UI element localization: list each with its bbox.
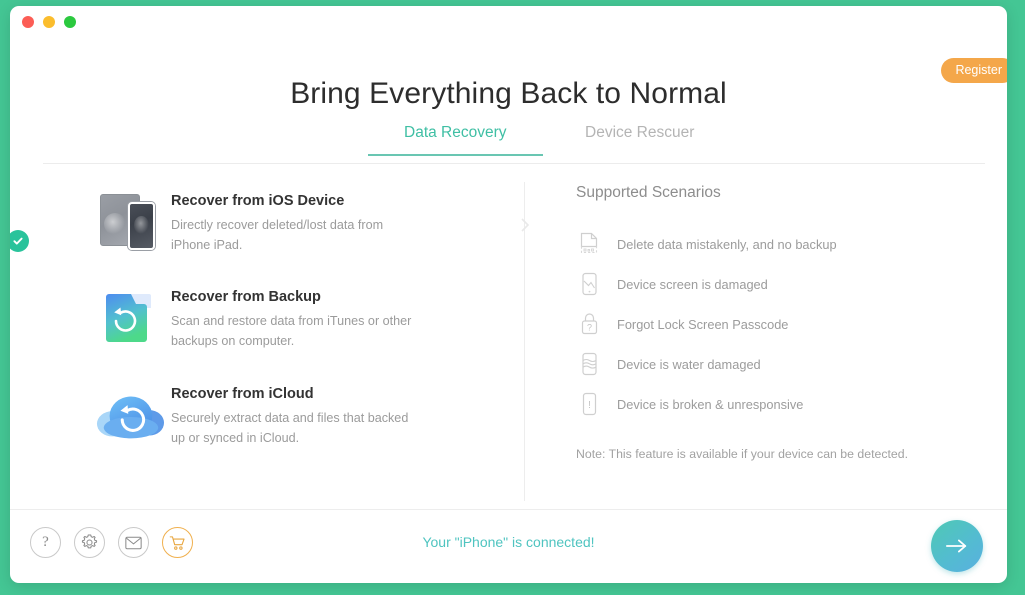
- svg-text:?: ?: [586, 323, 591, 333]
- option-recover-from-ios-device[interactable]: Recover from iOS Device Directly recover…: [10, 192, 495, 256]
- minimize-button[interactable]: [43, 16, 55, 28]
- ios-device-icon: [95, 192, 165, 254]
- connection-status: Your "iPhone" is connected!: [422, 534, 595, 550]
- next-button[interactable]: [931, 520, 983, 572]
- deleted-file-icon: [576, 231, 602, 257]
- icloud-icon: [95, 385, 165, 447]
- scenario-label: Device is water damaged: [617, 356, 761, 372]
- app-window: Register Bring Everything Back to Normal…: [10, 6, 1007, 583]
- page-title: Bring Everything Back to Normal: [290, 77, 727, 110]
- close-button[interactable]: [22, 16, 34, 28]
- scenario-label: Delete data mistakenly, and no backup: [617, 236, 837, 252]
- scenarios-note: Note: This feature is available if your …: [576, 447, 908, 461]
- scenario-row: Delete data mistakenly, and no backup: [576, 224, 987, 264]
- water-damage-icon: [576, 351, 602, 377]
- scenario-row: Device screen is damaged: [576, 264, 987, 304]
- scenario-label: Device screen is damaged: [617, 276, 768, 292]
- option-title: Recover from iCloud: [171, 386, 314, 402]
- scenario-row: ! Device is broken & unresponsive: [576, 384, 987, 424]
- lock-question-icon: ?: [576, 311, 602, 337]
- main-content: Recover from iOS Device Directly recover…: [10, 172, 1007, 509]
- supported-scenarios-panel: Supported Scenarios Delete data mistaken…: [576, 184, 987, 461]
- selected-check-icon: [10, 230, 29, 252]
- arrow-right-icon: [945, 539, 967, 553]
- option-description: Scan and restore data from iTunes or oth…: [171, 314, 412, 349]
- register-button[interactable]: Register: [941, 58, 1007, 83]
- option-title: Recover from iOS Device: [171, 193, 345, 209]
- scenario-label: Device is broken & unresponsive: [617, 396, 804, 412]
- tab-data-recovery[interactable]: Data Recovery: [368, 124, 542, 156]
- chevron-right-icon: [521, 218, 530, 232]
- tab-device-rescuer[interactable]: Device Rescuer: [585, 124, 694, 155]
- window-controls: [22, 16, 76, 28]
- zoom-button[interactable]: [64, 16, 76, 28]
- option-recover-from-icloud[interactable]: Recover from iCloud Securely extract dat…: [95, 385, 495, 449]
- option-description: Directly recover deleted/lost data from …: [171, 218, 384, 253]
- scenario-row: Device is water damaged: [576, 344, 987, 384]
- tab-bar: Data Recovery Device Rescuer: [43, 124, 985, 164]
- scenario-row: ? Forgot Lock Screen Passcode: [576, 304, 987, 344]
- option-title: Recover from Backup: [171, 289, 321, 305]
- option-description: Securely extract data and files that bac…: [171, 411, 409, 446]
- bottom-bar: ? Your "iPhone" is connected!: [10, 509, 1007, 583]
- broken-device-icon: !: [576, 391, 602, 417]
- svg-text:!: !: [588, 400, 591, 411]
- scenario-label: Forgot Lock Screen Passcode: [617, 316, 789, 332]
- backup-folder-icon: [95, 288, 165, 350]
- cracked-screen-icon: [576, 271, 602, 297]
- option-recover-from-backup[interactable]: Recover from Backup Scan and restore dat…: [95, 288, 495, 352]
- scenarios-title: Supported Scenarios: [576, 184, 721, 201]
